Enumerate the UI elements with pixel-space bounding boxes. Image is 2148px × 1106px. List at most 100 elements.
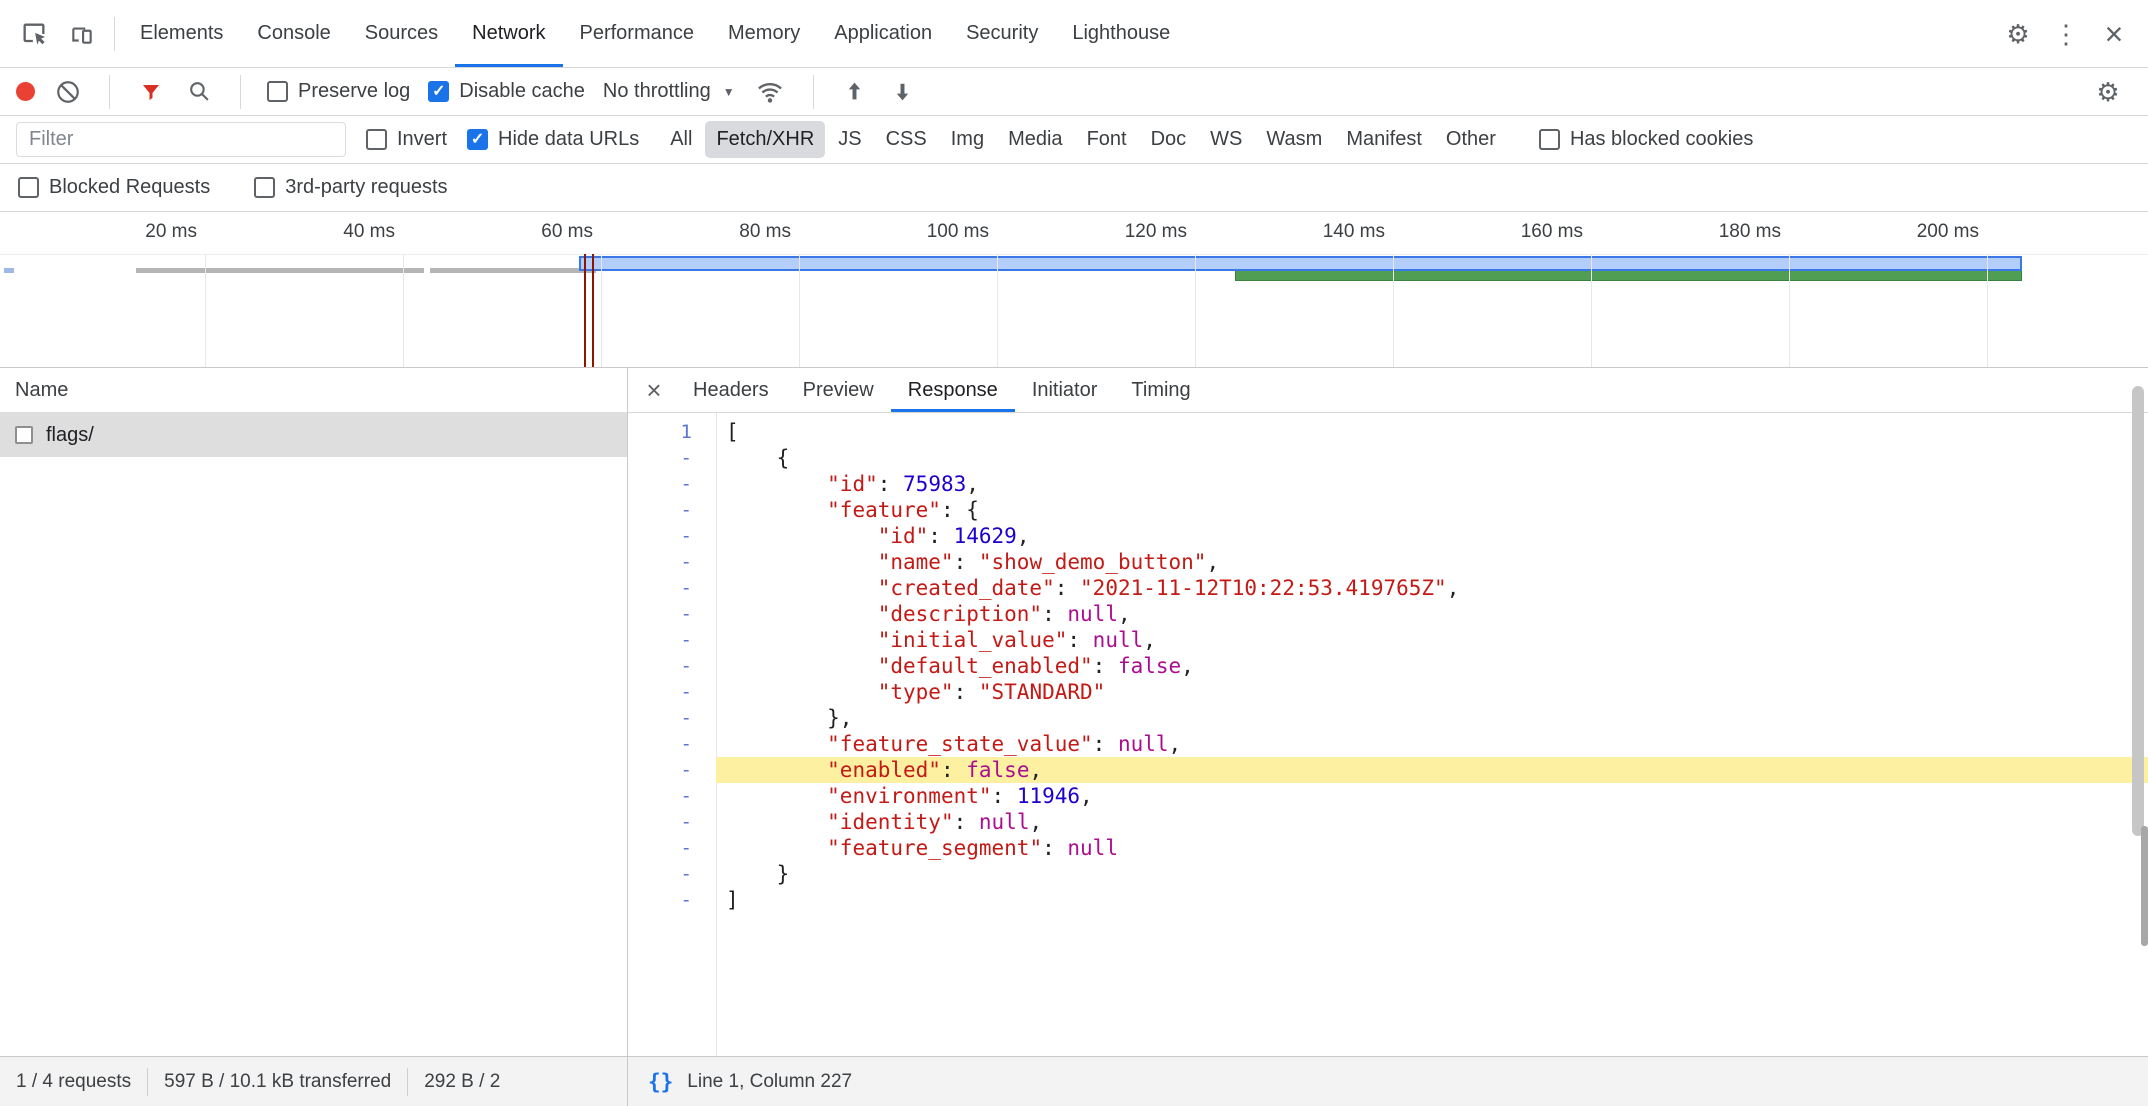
token: "feature" — [827, 498, 941, 522]
hide-data-urls-checkbox[interactable]: ✓ Hide data URLs — [467, 128, 639, 151]
request-checkbox[interactable] — [15, 426, 33, 444]
gutter-cell: - — [628, 835, 716, 861]
network-conditions-icon[interactable] — [753, 68, 787, 116]
tab-memory[interactable]: Memory — [711, 0, 817, 67]
filter-toggle-icon[interactable] — [136, 68, 166, 116]
token — [726, 472, 827, 496]
record-button[interactable] — [16, 82, 35, 101]
token: , — [1206, 550, 1219, 574]
detail-tab-headers[interactable]: Headers — [676, 368, 786, 412]
tab-console[interactable]: Console — [240, 0, 347, 67]
token: , — [1017, 524, 1030, 548]
filter-input[interactable] — [16, 122, 346, 157]
code-line-text: "enabled": false, — [716, 757, 2148, 783]
tabbar-right-controls: ⚙ ⋮ × — [1994, 10, 2138, 58]
preserve-log-checkbox[interactable]: Preserve log — [267, 80, 410, 103]
clear-button[interactable] — [53, 68, 83, 116]
export-har-icon[interactable] — [888, 68, 918, 116]
divider — [813, 75, 814, 109]
code-line: - "type": "STANDARD" — [628, 679, 2148, 705]
request-row[interactable]: flags/ — [0, 413, 627, 457]
gutter-cell: - — [628, 887, 716, 913]
token: , — [1143, 628, 1156, 652]
grid-line — [1393, 254, 1394, 367]
chevron-down-icon: ▼ — [723, 85, 735, 99]
tab-application[interactable]: Application — [817, 0, 949, 67]
tab-lighthouse[interactable]: Lighthouse — [1055, 0, 1187, 67]
token: "identity" — [827, 810, 953, 834]
grid-line — [997, 254, 998, 367]
tick-label: 160 ms — [1453, 221, 1583, 243]
type-filter-font[interactable]: Font — [1076, 121, 1138, 158]
tab-sources[interactable]: Sources — [348, 0, 455, 67]
tab-network[interactable]: Network — [455, 0, 562, 67]
gutter-cell: - — [628, 705, 716, 731]
check-icon: ✓ — [432, 84, 445, 100]
throttling-select[interactable]: No throttling ▼ — [603, 80, 735, 103]
code-line: - "environment": 11946, — [628, 783, 2148, 809]
type-filter-other[interactable]: Other — [1435, 121, 1507, 158]
close-detail-button[interactable]: × — [632, 368, 676, 412]
search-icon[interactable] — [184, 68, 214, 116]
editor-status: {} Line 1, Column 227 — [628, 1057, 872, 1106]
code-line: - "id": 14629, — [628, 523, 2148, 549]
overview-ruler[interactable]: 20 ms40 ms60 ms80 ms100 ms120 ms140 ms16… — [0, 212, 2148, 368]
tab-elements[interactable]: Elements — [123, 0, 240, 67]
type-filter-doc[interactable]: Doc — [1140, 121, 1198, 158]
token: 11946 — [1017, 784, 1080, 808]
detail-tab-preview[interactable]: Preview — [786, 368, 891, 412]
token: "environment" — [827, 784, 991, 808]
token: , — [1029, 810, 1042, 834]
waterfall-bar-waiting — [579, 256, 2022, 271]
inspect-element-icon[interactable] — [10, 10, 58, 58]
detail-tab-response[interactable]: Response — [891, 368, 1015, 412]
import-har-icon[interactable] — [840, 68, 870, 116]
type-filter-fetch-xhr[interactable]: Fetch/XHR — [705, 121, 825, 158]
request-filters-row: Blocked Requests 3rd-party requests — [0, 164, 2148, 212]
checkbox-box — [18, 177, 39, 198]
type-filter-wasm[interactable]: Wasm — [1255, 121, 1333, 158]
more-options-icon[interactable]: ⋮ — [2042, 10, 2090, 58]
scrollbar-thumb[interactable] — [2132, 386, 2144, 836]
close-icon: × — [2105, 18, 2124, 50]
transferred-size: 597 B / 10.1 kB transferred — [148, 1071, 407, 1093]
settings-gear-icon[interactable]: ⚙ — [1994, 10, 2042, 58]
invert-checkbox[interactable]: Invert — [366, 128, 447, 151]
pretty-print-icon[interactable]: {} — [648, 1070, 673, 1094]
type-filter-ws[interactable]: WS — [1199, 121, 1253, 158]
token: null — [1093, 628, 1144, 652]
token: "default_enabled" — [878, 654, 1093, 678]
grid-line — [799, 254, 800, 367]
type-filter-js[interactable]: JS — [827, 121, 872, 158]
code-line-text: ] — [716, 887, 2148, 913]
detail-tab-initiator[interactable]: Initiator — [1015, 368, 1115, 412]
blocked-requests-checkbox[interactable]: Blocked Requests — [18, 176, 210, 199]
type-filter-media[interactable]: Media — [997, 121, 1073, 158]
type-filter-css[interactable]: CSS — [875, 121, 938, 158]
divider — [114, 17, 115, 51]
tab-security[interactable]: Security — [949, 0, 1055, 67]
tick-label: 20 ms — [67, 221, 197, 243]
token: : — [1055, 576, 1080, 600]
kebab-icon: ⋮ — [2053, 21, 2079, 47]
disable-cache-label: Disable cache — [459, 80, 585, 103]
close-devtools-icon[interactable]: × — [2090, 10, 2138, 58]
device-toolbar-icon[interactable] — [58, 10, 106, 58]
name-column-header[interactable]: Name — [0, 368, 627, 413]
window-scrollbar-thumb[interactable] — [2141, 826, 2148, 946]
network-settings-icon[interactable]: ⚙ — [2084, 68, 2132, 116]
tab-performance[interactable]: Performance — [563, 0, 712, 67]
token: ] — [726, 888, 739, 912]
gutter-cell: - — [628, 783, 716, 809]
type-filter-img[interactable]: Img — [940, 121, 995, 158]
type-filter-all[interactable]: All — [659, 121, 703, 158]
has-blocked-cookies-checkbox[interactable]: Has blocked cookies — [1539, 128, 1753, 151]
third-party-requests-checkbox[interactable]: 3rd-party requests — [254, 176, 447, 199]
disable-cache-checkbox[interactable]: ✓ Disable cache — [428, 80, 585, 103]
requests-count: 1 / 4 requests — [0, 1071, 147, 1093]
detail-tab-timing[interactable]: Timing — [1114, 368, 1207, 412]
divider — [109, 75, 110, 109]
token: , — [1118, 602, 1131, 626]
gutter-cell: - — [628, 861, 716, 887]
type-filter-manifest[interactable]: Manifest — [1335, 121, 1433, 158]
